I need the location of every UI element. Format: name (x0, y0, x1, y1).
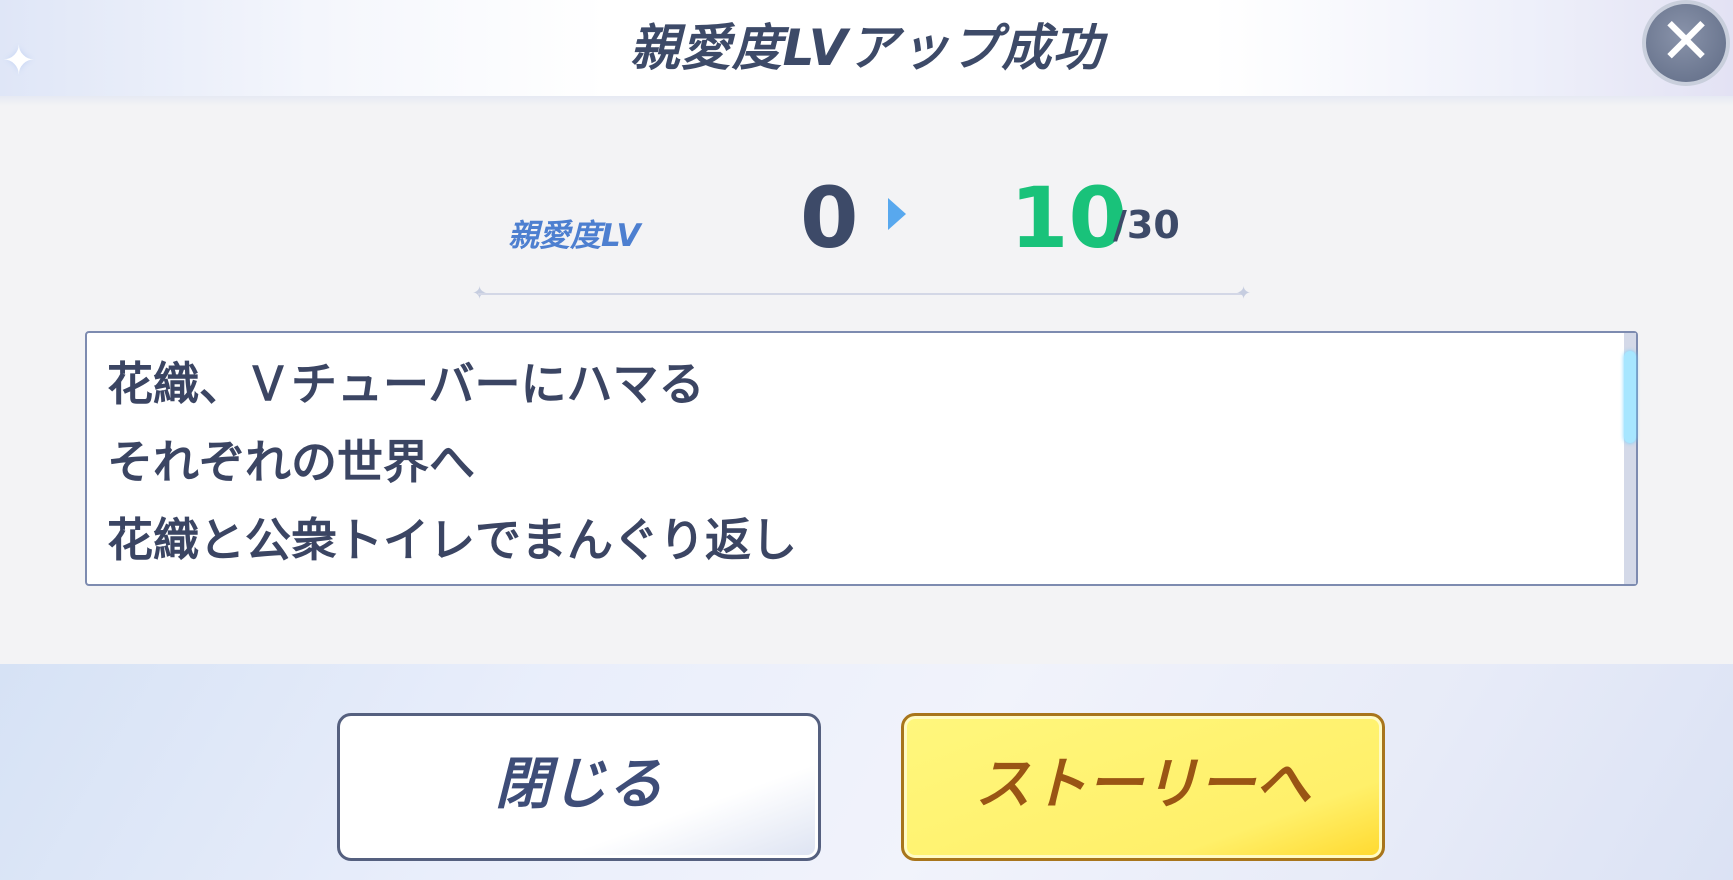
dialog-header: ✦ 親愛度LVアップ成功 ✕ (0, 0, 1733, 106)
close-button[interactable]: 閉じる (337, 713, 821, 861)
divider-star-icon: ✦ (1236, 283, 1252, 304)
previous-level: 0 (800, 169, 859, 267)
go-to-story-button[interactable]: ストーリーへ (901, 713, 1385, 861)
scrollbar-thumb[interactable] (1624, 351, 1636, 443)
dialog-title: 親愛度LVアップ成功 (629, 19, 1104, 77)
scrollbar-track[interactable] (1624, 333, 1636, 584)
story-item: それぞれの世界へ (107, 435, 475, 489)
max-level: /30 (1113, 203, 1180, 247)
dialog-footer (0, 664, 1733, 880)
story-item: 花織と公衆トイレでまんぐり返し (107, 513, 797, 567)
play-arrow-icon (888, 198, 906, 230)
unlocked-stories-list[interactable]: 花織、Ｖチューバーにハマる それぞれの世界へ 花織と公衆トイレでまんぐり返し (85, 331, 1638, 586)
new-level: 10 (1010, 169, 1127, 267)
divider (478, 293, 1244, 295)
story-item: 花織、Ｖチューバーにハマる (107, 357, 705, 411)
affection-level-label: 親愛度LV (508, 218, 641, 254)
close-icon[interactable]: ✕ (1642, 0, 1730, 86)
